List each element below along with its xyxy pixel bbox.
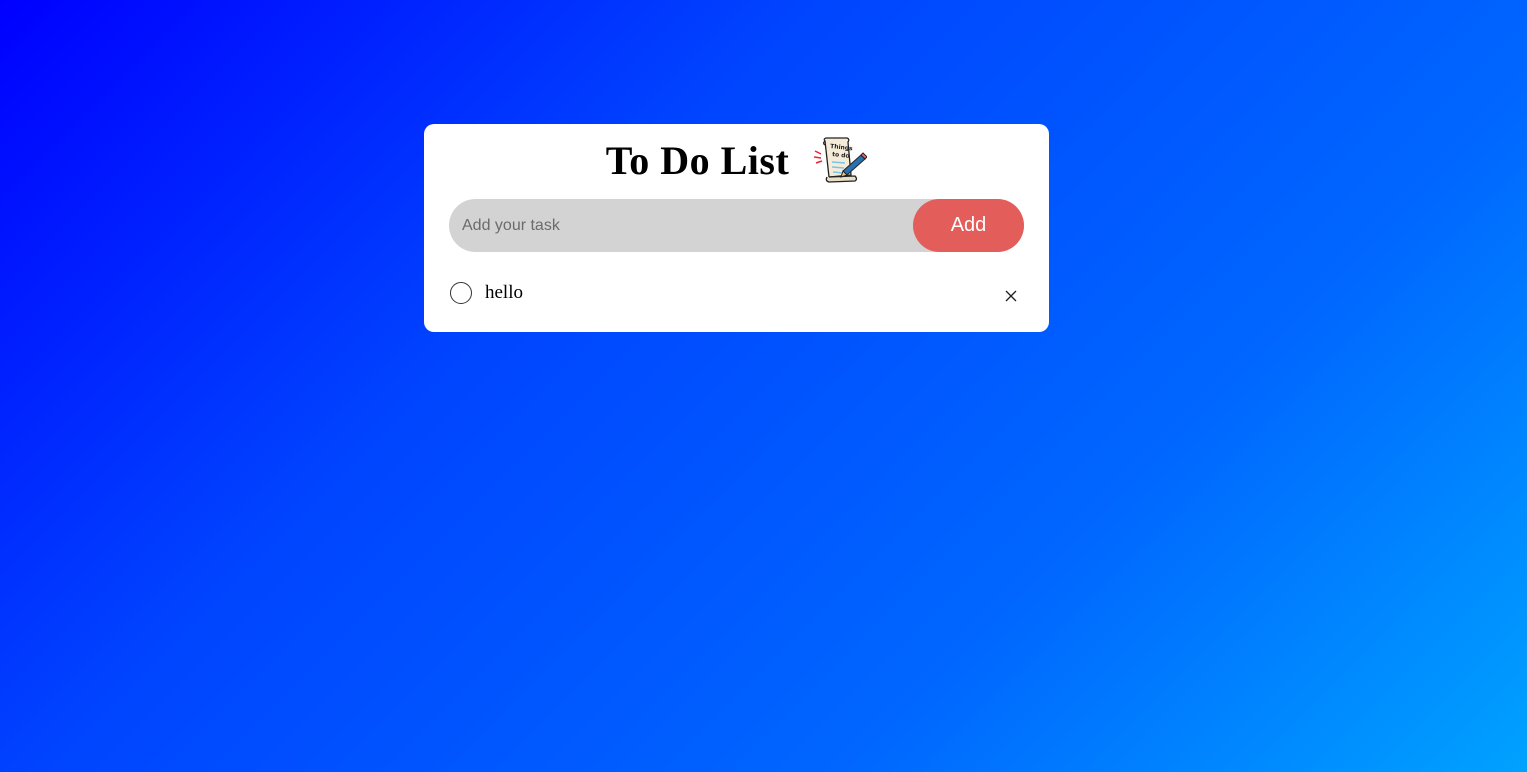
close-icon[interactable]: [1003, 288, 1019, 304]
page-title: To Do List: [605, 137, 790, 183]
add-task-row: Add: [449, 198, 1024, 253]
unchecked-circle-icon[interactable]: [450, 282, 472, 304]
task-input[interactable]: [449, 198, 913, 253]
task-list: hello: [449, 274, 1024, 312]
task-text: hello: [485, 282, 523, 303]
things-to-do-scroll-icon: Things to do: [813, 135, 868, 185]
header: To Do List Things to do: [424, 124, 1049, 196]
add-button[interactable]: Add: [913, 199, 1024, 252]
todo-card: To Do List Things to do Add your task Ad…: [424, 124, 1049, 332]
list-item[interactable]: hello: [449, 274, 1024, 312]
